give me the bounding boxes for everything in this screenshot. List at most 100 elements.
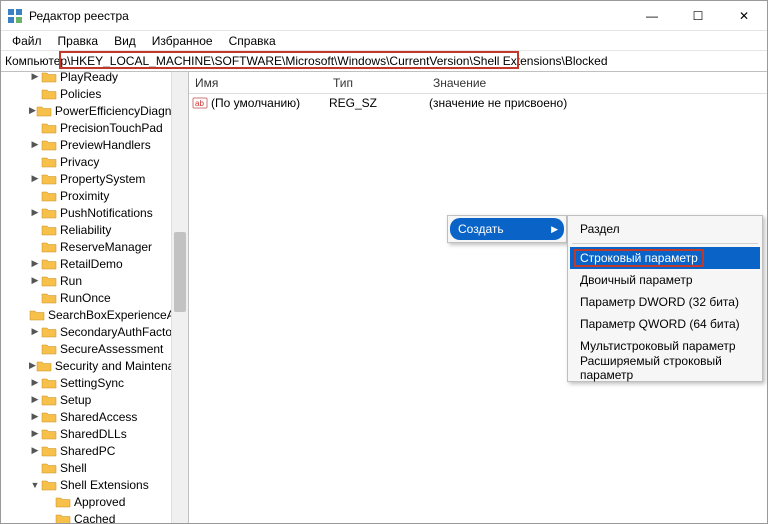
expand-icon[interactable]: ▶ — [29, 445, 41, 456]
folder-icon — [41, 189, 57, 203]
list-row[interactable]: ab (По умолчанию) REG_SZ (значение не пр… — [189, 94, 767, 112]
folder-icon — [41, 274, 57, 288]
tree-scrollbar[interactable] — [171, 72, 188, 523]
tree-item[interactable]: ▶PropertySystem — [1, 170, 188, 187]
col-value[interactable]: Значение — [427, 76, 767, 90]
scrollbar-thumb[interactable] — [174, 232, 186, 312]
ctx-new-expandstring[interactable]: Расширяемый строковый параметр — [570, 357, 760, 379]
tree-item[interactable]: Approved — [1, 493, 188, 510]
expand-icon[interactable]: ▶ — [29, 377, 41, 388]
expand-icon[interactable]: ▶ — [29, 139, 41, 150]
tree-item[interactable]: ▶SharedAccess — [1, 408, 188, 425]
folder-icon — [55, 512, 71, 524]
folder-icon — [36, 359, 52, 373]
menu-favorites[interactable]: Избранное — [145, 33, 220, 49]
titlebar: Редактор реестра — ☐ ✕ — [1, 1, 767, 31]
tree-item[interactable]: ▶PushNotifications — [1, 204, 188, 221]
tree-item-label: Reliability — [60, 223, 111, 237]
tree-item[interactable]: ▶ RetailDemo — [1, 255, 188, 272]
menubar: Файл Правка Вид Избранное Справка — [1, 31, 767, 51]
list-header: Имя Тип Значение — [189, 72, 767, 94]
expand-icon[interactable]: ▶ — [29, 360, 36, 371]
context-submenu-new: Раздел Строковый параметр Двоичный парам… — [567, 215, 763, 382]
tree-item-label: PrecisionTouchPad — [60, 121, 163, 135]
tree-item-label: ReserveManager — [60, 240, 152, 254]
tree-item[interactable]: ▶PlayReady — [1, 72, 188, 85]
folder-icon — [41, 342, 57, 356]
folder-icon — [41, 72, 57, 84]
tree-item[interactable]: ▶SharedDLLs — [1, 425, 188, 442]
tree-item[interactable]: Cached — [1, 510, 188, 523]
expand-icon[interactable]: ▶ — [29, 72, 41, 82]
menu-help[interactable]: Справка — [222, 33, 283, 49]
tree-item-label: Cached — [74, 512, 115, 524]
expand-icon[interactable]: ▶ — [29, 173, 41, 184]
expand-icon[interactable]: ▶ — [29, 207, 41, 218]
tree-item-label: RetailDemo — [60, 257, 123, 271]
tree-item-label: PowerEfficiencyDiagnostics — [55, 104, 189, 118]
ctx-new-dword[interactable]: Параметр DWORD (32 бита) — [570, 291, 760, 313]
tree-item[interactable]: ▶PreviewHandlers — [1, 136, 188, 153]
tree-item[interactable]: ▶ PowerEfficiencyDiagnostics — [1, 102, 188, 119]
tree-item[interactable]: RunOnce — [1, 289, 188, 306]
maximize-button[interactable]: ☐ — [675, 1, 721, 30]
folder-icon — [41, 427, 57, 441]
expand-icon[interactable]: ▶ — [29, 275, 41, 286]
tree-item[interactable]: ▶SettingSync — [1, 374, 188, 391]
ctx-new-key[interactable]: Раздел — [570, 218, 760, 240]
svg-text:ab: ab — [195, 99, 204, 108]
tree-item[interactable]: ▶SecondaryAuthFactor — [1, 323, 188, 340]
tree-item-label: Run — [60, 274, 82, 288]
menu-edit[interactable]: Правка — [51, 33, 106, 49]
ctx-new-qword[interactable]: Параметр QWORD (64 бита) — [570, 313, 760, 335]
tree-item[interactable]: Proximity — [1, 187, 188, 204]
tree-item[interactable]: Shell — [1, 459, 188, 476]
folder-icon — [41, 461, 57, 475]
value-name: (По умолчанию) — [211, 96, 329, 110]
folder-icon — [41, 223, 57, 237]
tree-item[interactable]: PrecisionTouchPad — [1, 119, 188, 136]
tree-item[interactable]: SearchBoxExperienceArgsProvider — [1, 306, 188, 323]
col-name[interactable]: Имя — [189, 76, 327, 90]
tree-item[interactable]: ▶Security and Maintenance — [1, 357, 188, 374]
tree-item[interactable]: ▼Shell Extensions — [1, 476, 188, 493]
address-bar[interactable]: Компьютер \HKEY_LOCAL_MACHINE\SOFTWARE\M… — [1, 51, 767, 72]
menu-file[interactable]: Файл — [5, 33, 49, 49]
tree-view[interactable]: ▶PlayReadyPolicies ▶ PowerEfficiencyDiagno… — [1, 72, 189, 523]
ctx-create[interactable]: Создать ▶ — [450, 218, 564, 240]
ctx-new-string[interactable]: Строковый параметр — [570, 247, 760, 269]
expand-icon[interactable]: ▶ — [29, 411, 41, 422]
value-data: (значение не присвоено) — [429, 96, 767, 110]
tree-item[interactable]: ReserveManager — [1, 238, 188, 255]
folder-icon — [41, 138, 57, 152]
close-button[interactable]: ✕ — [721, 1, 767, 30]
tree-item[interactable]: ▶ Run — [1, 272, 188, 289]
expand-icon[interactable]: ▶ — [29, 258, 41, 269]
tree-item[interactable]: SecureAssessment — [1, 340, 188, 357]
folder-icon — [41, 325, 57, 339]
tree-item[interactable]: ▶Setup — [1, 391, 188, 408]
expand-icon[interactable]: ▶ — [29, 105, 36, 116]
expand-icon[interactable]: ▶ — [29, 394, 41, 405]
submenu-arrow-icon: ▶ — [551, 224, 558, 235]
expand-icon[interactable]: ▶ — [29, 326, 41, 337]
tree-item-label: SearchBoxExperienceArgsProvider — [48, 308, 189, 322]
tree-item[interactable]: Privacy — [1, 153, 188, 170]
expand-icon[interactable]: ▼ — [29, 480, 41, 490]
address-path: \HKEY_LOCAL_MACHINE\SOFTWARE\Microsoft\W… — [67, 54, 763, 68]
ctx-new-binary[interactable]: Двоичный параметр — [570, 269, 760, 291]
tree-item[interactable]: Policies — [1, 85, 188, 102]
tree-item[interactable]: ▶SharedPC — [1, 442, 188, 459]
minimize-button[interactable]: — — [629, 1, 675, 30]
folder-icon — [41, 291, 57, 305]
list-view[interactable]: Имя Тип Значение ab (По умолчанию) REG_S… — [189, 72, 767, 523]
tree-item-label: SecureAssessment — [60, 342, 163, 356]
client-area: ▶PlayReadyPolicies ▶ PowerEfficiencyDiagno… — [1, 72, 767, 523]
col-type[interactable]: Тип — [327, 76, 427, 90]
app-icon — [7, 8, 23, 24]
menu-separator — [572, 243, 758, 244]
tree-item[interactable]: Reliability — [1, 221, 188, 238]
expand-icon[interactable]: ▶ — [29, 428, 41, 439]
tree-item-label: RunOnce — [60, 291, 111, 305]
menu-view[interactable]: Вид — [107, 33, 143, 49]
